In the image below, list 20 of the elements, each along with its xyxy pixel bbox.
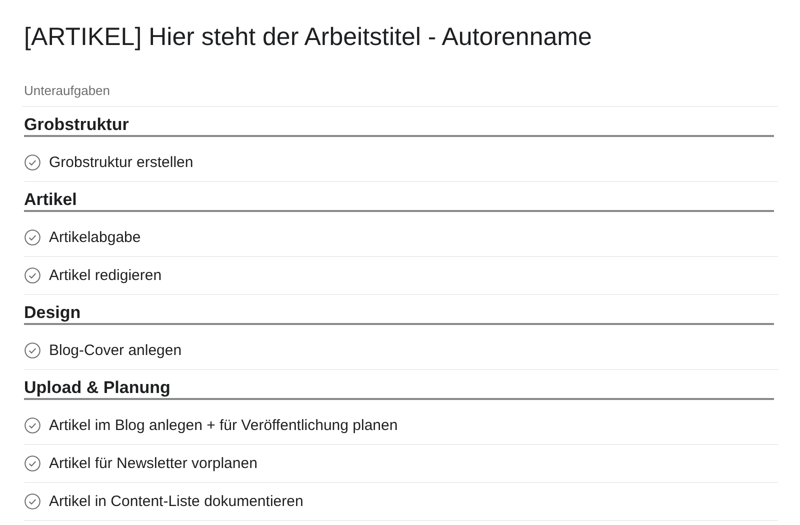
- task-name[interactable]: Artikel redigieren: [49, 267, 162, 284]
- checkmark-circle-icon[interactable]: [24, 229, 41, 246]
- checkmark-circle-icon[interactable]: [24, 267, 41, 284]
- task-name[interactable]: Artikel in Content-Liste dokumentieren: [49, 493, 304, 510]
- subtasks-label: Unteraufgaben: [24, 83, 110, 98]
- section-header: Artikel: [24, 190, 77, 209]
- task-title[interactable]: [ARTIKEL] Hier steht der Arbeitstitel - Autorenname: [24, 23, 592, 51]
- checkmark-circle-icon[interactable]: [24, 154, 41, 171]
- task-name[interactable]: Artikel für Newsletter vorplanen: [49, 455, 258, 472]
- task-name[interactable]: Artikelabgabe: [49, 229, 141, 246]
- task-name[interactable]: Blog-Cover anlegen: [49, 342, 182, 359]
- checkmark-circle-icon[interactable]: [24, 342, 41, 359]
- checkmark-circle-icon[interactable]: [24, 493, 41, 510]
- section-header: Grobstruktur: [24, 115, 129, 134]
- section-header: Upload & Planung: [24, 378, 170, 397]
- task-name[interactable]: Artikel im Blog anlegen + für Veröffentlichung planen: [49, 417, 398, 434]
- checkmark-circle-icon[interactable]: [24, 455, 41, 472]
- task-name[interactable]: Grobstruktur erstellen: [49, 154, 194, 171]
- section-header: Design: [24, 303, 81, 322]
- checkmark-circle-icon[interactable]: [24, 417, 41, 434]
